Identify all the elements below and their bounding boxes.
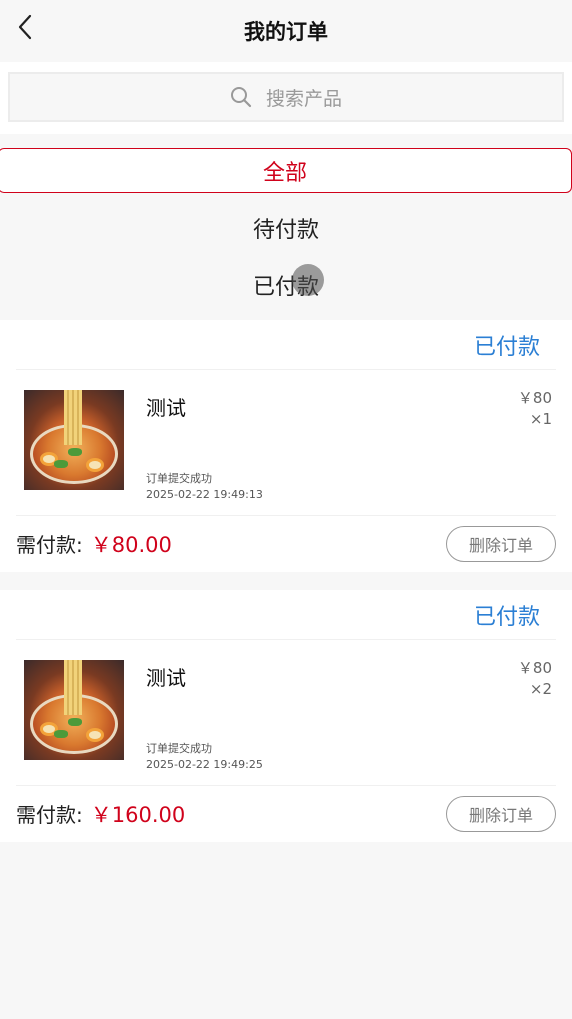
- top-bar: 我的订单: [0, 0, 572, 62]
- price-block: ￥80 ×1: [518, 388, 552, 430]
- filter-pending-payment[interactable]: 待付款: [0, 205, 572, 250]
- order-header: 已付款: [16, 320, 556, 370]
- pay-label: 需付款:: [16, 533, 83, 557]
- search-bar-container: 搜索产品: [0, 62, 572, 134]
- search-icon: [230, 87, 252, 108]
- filter-all[interactable]: 全部: [0, 148, 572, 193]
- touch-indicator: [292, 263, 324, 296]
- noodle-bowl-image: [24, 660, 124, 760]
- delete-order-button[interactable]: 删除订单: [446, 526, 556, 562]
- order-footer: 需付款: ￥160.00 删除订单: [0, 786, 572, 842]
- quantity: ×2: [529, 680, 552, 698]
- filter-label: 全部: [262, 160, 307, 186]
- order-time: 2025-02-22 19:49:25: [146, 758, 263, 771]
- delete-order-button[interactable]: 删除订单: [446, 796, 556, 832]
- order-time: 2025-02-22 19:49:13: [146, 488, 263, 501]
- filter-label: 待付款: [252, 217, 319, 243]
- quantity: ×1: [529, 410, 552, 428]
- order-message: 订单提交成功: [146, 742, 212, 755]
- search-placeholder: 搜索产品: [265, 87, 342, 110]
- payment-summary: 需付款: ￥160.00: [16, 799, 185, 829]
- unit-price: ￥80: [517, 389, 552, 407]
- noodle-bowl-image: [24, 390, 124, 490]
- chevron-left-icon: [18, 14, 32, 40]
- unit-price: ￥80: [517, 659, 552, 677]
- order-meta: 订单提交成功 2025-02-22 19:49:25: [146, 741, 263, 773]
- order-message: 订单提交成功: [146, 472, 212, 485]
- order-header: 已付款: [16, 590, 556, 640]
- pay-amount: ￥80.00: [90, 533, 172, 557]
- pay-amount: ￥160.00: [90, 803, 186, 827]
- back-button[interactable]: [12, 12, 38, 42]
- order-card: 已付款 测试 ￥80 ×2 订单提交成功 2025-02-22 19:49:25…: [0, 590, 572, 842]
- price-block: ￥80 ×2: [518, 658, 552, 700]
- page-title: 我的订单: [244, 20, 328, 44]
- order-filter-list: 全部 待付款 已付款: [0, 134, 572, 320]
- order-status: 已付款: [473, 334, 540, 360]
- order-item[interactable]: 测试 ￥80 ×1 订单提交成功 2025-02-22 19:49:13: [16, 370, 556, 516]
- product-name: 测试: [146, 396, 186, 420]
- filter-paid[interactable]: 已付款: [0, 262, 572, 307]
- order-item[interactable]: 测试 ￥80 ×2 订单提交成功 2025-02-22 19:49:25: [16, 640, 556, 786]
- order-meta: 订单提交成功 2025-02-22 19:49:13: [146, 471, 263, 503]
- pay-label: 需付款:: [16, 803, 83, 827]
- product-name: 测试: [146, 666, 186, 690]
- order-card: 已付款 测试 ￥80 ×1 订单提交成功 2025-02-22 19:49:13…: [0, 320, 572, 572]
- order-status: 已付款: [473, 604, 540, 630]
- payment-summary: 需付款: ￥80.00: [16, 529, 172, 559]
- order-footer: 需付款: ￥80.00 删除订单: [0, 516, 572, 572]
- search-input[interactable]: 搜索产品: [8, 72, 564, 122]
